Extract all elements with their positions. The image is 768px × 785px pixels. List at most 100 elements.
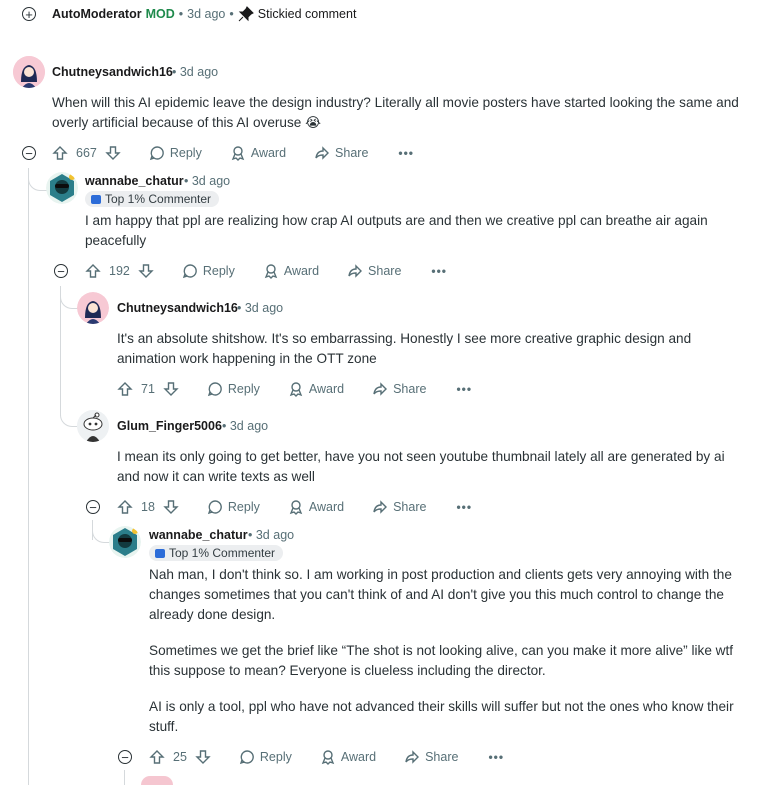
avatar-image xyxy=(46,172,78,204)
vote-count: 18 xyxy=(141,500,155,514)
more-options-button[interactable]: ••• xyxy=(398,146,414,160)
vote-count: 25 xyxy=(173,750,187,764)
vote-count: 71 xyxy=(141,382,155,396)
comment-body: Nah man, I don't think so. I am working … xyxy=(149,567,734,734)
comment-bubble-icon xyxy=(182,264,197,279)
share-arrow-icon xyxy=(373,500,388,514)
avatar[interactable] xyxy=(77,410,109,442)
downvote-icon[interactable] xyxy=(163,381,179,397)
thread-line xyxy=(28,168,29,785)
collapse-button[interactable]: − xyxy=(22,146,36,160)
comment-body: I mean its only going to get better, hav… xyxy=(117,449,725,484)
reply-button[interactable]: Reply xyxy=(207,381,260,397)
username[interactable]: AutoModerator xyxy=(52,7,142,21)
username[interactable]: wannabe_chatur xyxy=(149,528,248,542)
timestamp: • 3d ago xyxy=(222,419,269,433)
share-button[interactable]: Share xyxy=(372,381,426,397)
reply-button[interactable]: Reply xyxy=(207,499,260,515)
timestamp: • 3d ago xyxy=(184,174,231,188)
award-button[interactable]: Award xyxy=(288,381,344,397)
more-options-button[interactable]: ••• xyxy=(456,500,472,514)
avatar-image xyxy=(77,292,109,324)
collapse-button[interactable]: − xyxy=(86,500,100,514)
upvote-icon[interactable] xyxy=(149,749,165,765)
share-button[interactable]: Share xyxy=(347,263,401,279)
downvote-icon[interactable] xyxy=(105,145,121,161)
reply-button[interactable]: Reply xyxy=(149,145,202,161)
award-button[interactable]: Award xyxy=(230,145,286,161)
award-button[interactable]: Award xyxy=(320,749,376,765)
comment-actions: 18 Reply Award Share ••• xyxy=(117,496,472,518)
plus-circle-icon: + xyxy=(25,6,33,22)
thread-line xyxy=(60,286,61,416)
avatar[interactable] xyxy=(109,526,141,558)
stickied-label: Stickied comment xyxy=(257,7,357,21)
minus-circle-icon: − xyxy=(89,499,97,515)
downvote-icon[interactable] xyxy=(163,499,179,515)
vote-count: 667 xyxy=(76,146,97,160)
vote-count: 192 xyxy=(109,264,130,278)
vote-group: 71 xyxy=(117,381,179,397)
comment-bubble-icon xyxy=(207,382,222,397)
username[interactable]: Chutneysandwich16 xyxy=(117,301,238,315)
expand-button[interactable]: + xyxy=(22,7,36,21)
award-icon xyxy=(289,382,303,397)
more-options-button[interactable]: ••• xyxy=(456,382,472,396)
share-button[interactable]: Share xyxy=(314,145,368,161)
avatar[interactable] xyxy=(77,292,109,324)
award-button[interactable]: Award xyxy=(288,499,344,515)
award-icon xyxy=(231,146,245,161)
vote-group: 192 xyxy=(85,263,154,279)
reply-button[interactable]: Reply xyxy=(239,749,292,765)
comment-actions: 71 Reply Award Share ••• xyxy=(117,378,472,400)
award-icon xyxy=(289,500,303,515)
timestamp: • 3d ago xyxy=(248,528,295,542)
avatar[interactable] xyxy=(13,56,45,88)
comment-actions: 25 Reply Award Share ••• xyxy=(149,746,504,768)
more-options-button[interactable]: ••• xyxy=(488,750,504,764)
username[interactable]: Glum_Finger5006 xyxy=(117,419,222,433)
comment-actions: 192 Reply Award Share ••• xyxy=(85,260,447,282)
timestamp: • 3d ago xyxy=(172,65,219,79)
upvote-icon[interactable] xyxy=(117,381,133,397)
share-arrow-icon xyxy=(373,382,388,396)
vote-group: 18 xyxy=(117,499,179,515)
avatar-image xyxy=(77,410,109,442)
downvote-icon[interactable] xyxy=(195,749,211,765)
award-icon xyxy=(321,750,335,765)
avatar-image xyxy=(109,526,141,558)
comment-bubble-icon xyxy=(207,500,222,515)
reply-button[interactable]: Reply xyxy=(182,263,235,279)
comment-body: It's an absolute shitshow. It's so embar… xyxy=(117,331,692,366)
flair-icon xyxy=(91,194,101,204)
upvote-icon[interactable] xyxy=(117,499,133,515)
upvote-icon[interactable] xyxy=(85,263,101,279)
upvote-icon[interactable] xyxy=(52,145,68,161)
vote-group: 25 xyxy=(149,749,211,765)
avatar[interactable] xyxy=(46,172,78,204)
share-arrow-icon xyxy=(348,264,363,278)
timestamp: • 3d ago xyxy=(237,301,284,315)
timestamp: 3d ago xyxy=(187,7,226,21)
award-button[interactable]: Award xyxy=(263,263,319,279)
share-arrow-icon xyxy=(315,146,330,160)
collapse-button[interactable]: − xyxy=(54,264,68,278)
downvote-icon[interactable] xyxy=(138,263,154,279)
minus-circle-icon: − xyxy=(25,145,33,161)
username[interactable]: wannabe_chatur xyxy=(85,174,184,188)
share-button[interactable]: Share xyxy=(404,749,458,765)
thread-line xyxy=(124,770,125,785)
username[interactable]: Chutneysandwich16 xyxy=(52,65,173,79)
collapse-button[interactable]: − xyxy=(118,750,132,764)
automod-header: AutoModerator MOD • 3d ago • Stickied co… xyxy=(52,6,357,22)
minus-circle-icon: − xyxy=(121,749,129,765)
more-options-button[interactable]: ••• xyxy=(431,264,447,278)
flair-icon xyxy=(155,548,165,558)
vote-group: 667 xyxy=(52,145,121,161)
share-button[interactable]: Share xyxy=(372,499,426,515)
comment-body: I am happy that ppl are realizing how cr… xyxy=(85,213,708,248)
avatar-image xyxy=(13,56,45,88)
award-icon xyxy=(264,264,278,279)
avatar[interactable] xyxy=(141,776,173,785)
user-flair: Top 1% Commenter xyxy=(85,191,220,207)
